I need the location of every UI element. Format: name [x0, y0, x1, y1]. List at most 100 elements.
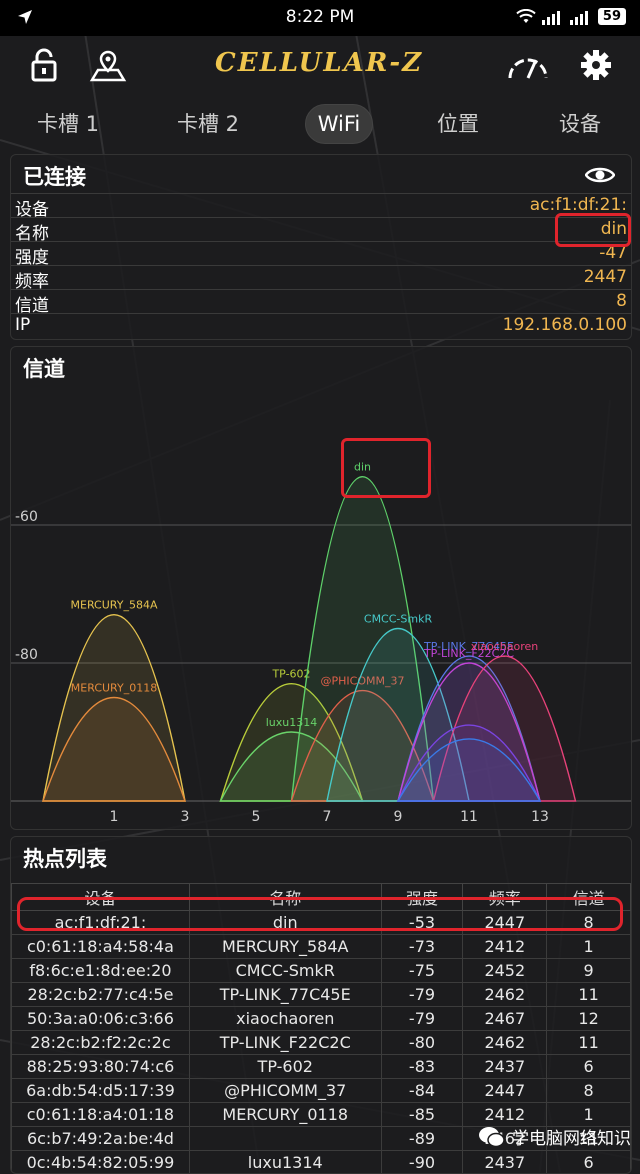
- table-cell: [189, 1127, 381, 1151]
- table-cell: f8:6c:e1:8d:ee:20: [12, 959, 190, 983]
- tab-device[interactable]: 设备: [540, 98, 620, 150]
- table-cell: TP-602: [189, 1055, 381, 1079]
- table-cell: 2412: [463, 1103, 547, 1127]
- table-cell: 12: [547, 1007, 631, 1031]
- info-value: 8: [616, 291, 627, 311]
- table-cell: 2437: [463, 1055, 547, 1079]
- info-row-ip: IP 192.168.0.100: [11, 313, 631, 338]
- table-cell: 2467: [463, 1007, 547, 1031]
- table-cell: 11: [547, 1031, 631, 1055]
- tab-wifi[interactable]: WiFi: [305, 104, 373, 144]
- app-bar: CELLULAR-Z: [0, 36, 640, 96]
- table-cell: -85: [381, 1103, 463, 1127]
- table-cell: 2462: [463, 1031, 547, 1055]
- cell-signal-2-icon: [570, 9, 592, 25]
- table-cell: TP-LINK_77C45E: [189, 983, 381, 1007]
- battery-icon: 59: [598, 8, 626, 25]
- gear-icon[interactable]: [580, 48, 612, 82]
- table-cell: -84: [381, 1079, 463, 1103]
- table-cell: 50:3a:a0:06:c3:66: [12, 1007, 190, 1031]
- table-cell: -79: [381, 983, 463, 1007]
- highlight-box: [555, 213, 631, 247]
- table-cell: 88:25:93:80:74:c6: [12, 1055, 190, 1079]
- table-cell: -73: [381, 935, 463, 959]
- x-tick-label: 1: [110, 809, 119, 825]
- table-cell: 2462: [463, 983, 547, 1007]
- table-row[interactable]: 50:3a:a0:06:c3:66xiaochaoren-79246712: [12, 1007, 631, 1031]
- info-value: ac:f1:df:21:: [530, 195, 627, 215]
- table-cell: -75: [381, 959, 463, 983]
- info-value: 2447: [584, 267, 627, 287]
- table-row[interactable]: c0:61:18:a4:58:4aMERCURY_584A-7324121: [12, 935, 631, 959]
- table-cell: 6: [547, 1055, 631, 1079]
- table-row[interactable]: c0:61:18:a4:01:18MERCURY_0118-8524121: [12, 1103, 631, 1127]
- connected-panel: 已连接 设备 ac:f1:df:21: 名称 din 强度 -47 频率 244…: [10, 154, 632, 340]
- info-row-strength: 强度 -47: [11, 241, 631, 266]
- x-tick-label: 13: [531, 809, 549, 825]
- table-cell: 2412: [463, 935, 547, 959]
- tab-slot-1[interactable]: 卡槽 1: [18, 98, 118, 150]
- wechat-icon: [478, 1125, 506, 1149]
- info-row-channel: 信道 8: [11, 289, 631, 314]
- table-cell: TP-LINK_F22C2C: [189, 1031, 381, 1055]
- table-cell: @PHICOMM_37: [189, 1079, 381, 1103]
- status-bar: 8:22 PM 59: [0, 0, 640, 36]
- table-cell: -90: [381, 1151, 463, 1174]
- table-row[interactable]: 0c:4b:54:82:05:99luxu1314-9024376: [12, 1151, 631, 1174]
- watermark-text: 学电脑网络知识: [512, 1124, 631, 1149]
- table-row[interactable]: 28:2c:b2:f2:2c:2cTP-LINK_F22C2C-80246211: [12, 1031, 631, 1055]
- info-row-frequency: 频率 2447: [11, 265, 631, 290]
- series-label: TP-602: [271, 668, 310, 681]
- table-row[interactable]: 6a:db:54:d5:17:39@PHICOMM_37-8424478: [12, 1079, 631, 1103]
- x-tick-label: 3: [181, 809, 190, 825]
- table-cell: 6: [547, 1151, 631, 1174]
- map-pin-icon[interactable]: [88, 48, 128, 82]
- x-tick-label: 9: [394, 809, 403, 825]
- table-cell: c0:61:18:a4:01:18: [12, 1103, 190, 1127]
- table-row[interactable]: 28:2c:b2:77:c4:5eTP-LINK_77C45E-79246211: [12, 983, 631, 1007]
- tab-slot-2[interactable]: 卡槽 2: [158, 98, 258, 150]
- eye-icon[interactable]: [585, 165, 615, 185]
- table-cell: 0c:4b:54:82:05:99: [12, 1151, 190, 1174]
- table-row[interactable]: f8:6c:e1:8d:ee:20CMCC-SmkR-7524529: [12, 959, 631, 983]
- table-cell: luxu1314: [189, 1151, 381, 1174]
- hotspot-title: 热点列表: [23, 843, 107, 873]
- series-label: MERCURY_0118: [71, 682, 157, 695]
- table-cell: 11: [547, 983, 631, 1007]
- highlight-box: [17, 897, 623, 931]
- channel-chart: -60-80135791113MERCURY_584AMERCURY_0118T…: [11, 347, 631, 829]
- table-cell: 6a:db:54:d5:17:39: [12, 1079, 190, 1103]
- speedometer-icon[interactable]: [505, 48, 551, 82]
- app-brand-logo: CELLULAR-Z: [215, 48, 423, 78]
- table-cell: 6c:b7:49:2a:be:4d: [12, 1127, 190, 1151]
- series-label: CMCC-SmkR: [364, 613, 433, 626]
- table-cell: MERCURY_584A: [189, 935, 381, 959]
- tab-location[interactable]: 位置: [418, 98, 498, 150]
- table-cell: 8: [547, 1079, 631, 1103]
- table-cell: 28:2c:b2:77:c4:5e: [12, 983, 190, 1007]
- table-row[interactable]: 88:25:93:80:74:c6TP-602-8324376: [12, 1055, 631, 1079]
- cell-signal-icon: [542, 9, 564, 25]
- highlight-box: [341, 438, 431, 498]
- table-cell: -83: [381, 1055, 463, 1079]
- table-cell: 2452: [463, 959, 547, 983]
- table-cell: c0:61:18:a4:58:4a: [12, 935, 190, 959]
- series-label: MERCURY_584A: [71, 599, 158, 612]
- status-icons: 59: [516, 8, 626, 25]
- table-cell: -79: [381, 1007, 463, 1031]
- table-cell: xiaochaoren: [189, 1007, 381, 1031]
- connected-title: 已连接: [23, 161, 86, 191]
- table-cell: 28:2c:b2:f2:2c:2c: [12, 1031, 190, 1055]
- y-tick-label: -80: [15, 647, 38, 663]
- wifi-status-icon: [516, 9, 536, 25]
- tab-bar: 卡槽 1 卡槽 2 WiFi 位置 设备: [0, 98, 640, 150]
- x-tick-label: 7: [323, 809, 332, 825]
- table-cell: 1: [547, 935, 631, 959]
- table-cell: 9: [547, 959, 631, 983]
- info-value: 192.168.0.100: [503, 315, 627, 335]
- watermark: 学电脑网络知识: [478, 1124, 631, 1149]
- lock-icon[interactable]: [30, 48, 58, 82]
- x-tick-label: 11: [460, 809, 478, 825]
- table-cell: MERCURY_0118: [189, 1103, 381, 1127]
- x-tick-label: 5: [252, 809, 261, 825]
